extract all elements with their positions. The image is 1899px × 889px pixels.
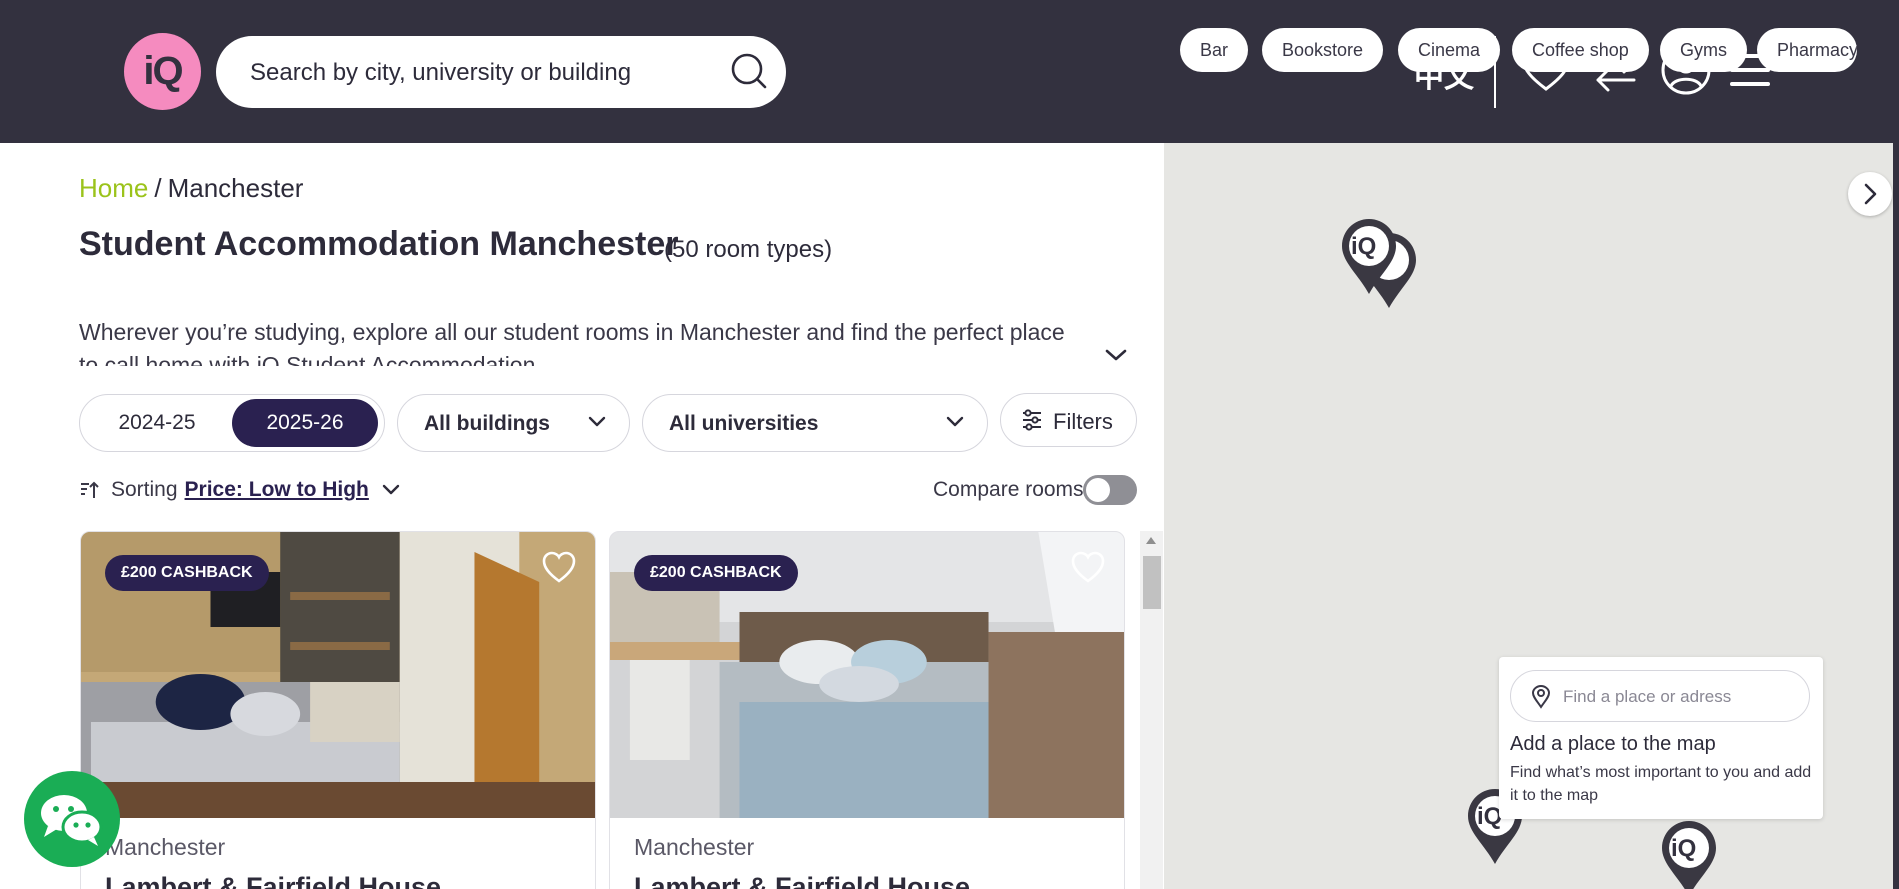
logo-text: iQ [143, 49, 183, 93]
location-pin-icon [1531, 685, 1551, 709]
room-card[interactable]: £200 CASHBACK Manchester Lambert & Fairf… [80, 531, 596, 889]
page-title: Student Accommodation Manchester [79, 225, 679, 263]
favorite-heart-icon[interactable] [1070, 550, 1106, 584]
room-card[interactable]: £200 CASHBACK Manchester Lambert & Fairf… [609, 531, 1125, 889]
year-option-2025-26[interactable]: 2025-26 [232, 399, 378, 447]
map-pin[interactable]: iQ [1658, 818, 1720, 889]
map-category-pharmacy[interactable]: Pharmacy [1757, 28, 1857, 72]
place-search-input[interactable]: Find a place or adress [1510, 670, 1810, 722]
map-category-bookstore[interactable]: Bookstore [1262, 28, 1384, 72]
search-icon[interactable] [730, 52, 768, 90]
sorting-value[interactable]: Price: Low to High [185, 478, 369, 502]
card-building-name[interactable]: Lambert & Fairfield House [105, 872, 441, 889]
place-search-placeholder: Find a place or adress [1563, 687, 1732, 706]
compare-rooms-label: Compare rooms [933, 478, 1084, 501]
cashback-badge: £200 CASHBACK [634, 555, 798, 591]
universities-dropdown[interactable]: All universities [642, 394, 988, 452]
search-input[interactable]: Search by city, university or building [250, 59, 631, 87]
year-option-2024-25[interactable]: 2024-25 [84, 399, 230, 447]
universities-dropdown-label: All universities [669, 412, 819, 435]
favorite-heart-icon[interactable] [541, 550, 577, 584]
buildings-dropdown-label: All buildings [424, 412, 550, 435]
page-description: Wherever you’re studying, explore all ou… [79, 319, 1065, 366]
chevron-down-icon [588, 416, 606, 427]
card-building-name[interactable]: Lambert & Fairfield House [634, 872, 970, 889]
breadcrumb-current: Manchester [167, 173, 304, 203]
card-city: Manchester [634, 834, 755, 860]
sorting-control[interactable]: Sorting Price: Low to High [79, 478, 401, 502]
chevron-down-icon [946, 416, 964, 427]
academic-year-toggle: 2024-25 2025-26 [79, 394, 385, 452]
compare-rooms-toggle[interactable] [1083, 475, 1137, 505]
map-pin-label: iQ [1351, 233, 1377, 260]
map-categories-next-button[interactable] [1848, 172, 1892, 216]
wechat-button[interactable] [24, 771, 120, 867]
map-category-gyms[interactable]: Gyms [1660, 28, 1747, 72]
toggle-knob [1086, 478, 1110, 502]
add-place-description: Find what’s most important to you and ad… [1510, 764, 1812, 804]
map-pin[interactable]: iQ [1338, 216, 1400, 296]
sort-icon [81, 481, 99, 498]
filters-button-label: Filters [1053, 409, 1113, 434]
chevron-right-icon [1864, 183, 1877, 205]
iq-logo[interactable]: iQ [124, 33, 201, 110]
expand-description-icon[interactable] [1104, 347, 1128, 363]
sliders-icon [1023, 409, 1041, 431]
scroll-thumb[interactable] [1143, 556, 1161, 609]
search-bar[interactable]: Search by city, university or building [216, 36, 786, 108]
buildings-dropdown[interactable]: All buildings [397, 394, 630, 452]
room-count: (50 room types) [664, 236, 833, 263]
results-scrollbar[interactable] [1140, 531, 1163, 889]
filters-button[interactable]: Filters [1000, 393, 1137, 447]
add-place-card: Find a place or adress Add a place to th… [1499, 657, 1823, 819]
chevron-down-icon [382, 484, 400, 495]
map-category-bar[interactable]: Bar [1180, 28, 1249, 72]
cashback-badge: £200 CASHBACK [105, 555, 269, 591]
map-category-cinema[interactable]: Cinema [1398, 28, 1501, 72]
map-category-coffee-shop[interactable]: Coffee shop [1512, 28, 1649, 72]
map-edge-bar [1893, 143, 1899, 889]
breadcrumb: Home / Manchester [79, 173, 303, 204]
add-place-title: Add a place to the map [1510, 733, 1716, 755]
sorting-label: Sorting [111, 478, 178, 501]
scroll-up-arrow[interactable] [1146, 537, 1156, 544]
card-city: Manchester [105, 834, 226, 860]
breadcrumb-separator: / [154, 173, 162, 203]
map-pin-label: iQ [1671, 835, 1697, 862]
wechat-icon [41, 795, 103, 846]
breadcrumb-home[interactable]: Home [79, 173, 148, 203]
